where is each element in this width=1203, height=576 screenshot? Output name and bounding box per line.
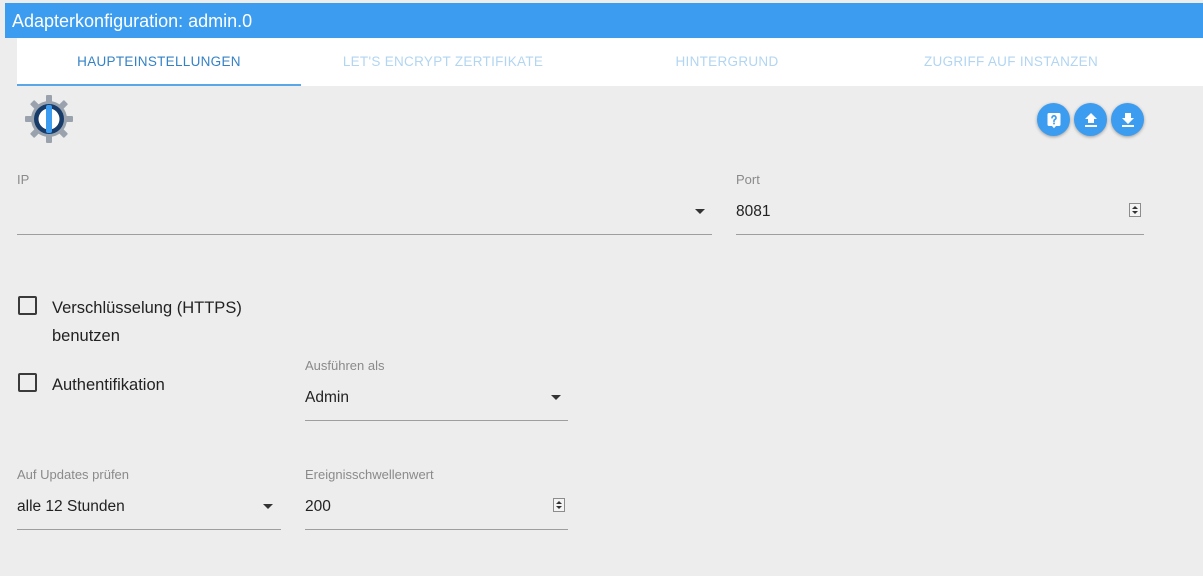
updates-dropdown-arrow-icon[interactable] [263,504,273,509]
port-input[interactable]: 8081 [736,203,770,221]
ip-select-value[interactable] [17,203,687,223]
ip-dropdown-arrow-icon[interactable] [695,209,705,214]
run-as-underline [305,420,568,421]
download-button[interactable] [1111,103,1144,136]
window-title: Adapterkonfiguration: admin.0 [5,3,1203,38]
run-as-label: Ausführen als [305,358,385,373]
port-underline [736,234,1144,235]
threshold-input[interactable]: 200 [305,498,331,516]
https-label: Verschlüsselung (HTTPS) benutzen [52,294,242,350]
run-as-dropdown-arrow-icon[interactable] [551,395,561,400]
port-stepper[interactable] [1129,203,1141,217]
updates-underline [17,529,281,530]
help-button[interactable] [1037,103,1070,136]
upload-icon [1084,112,1097,127]
threshold-underline [305,529,568,530]
tab-zugriff-auf-instanzen[interactable]: ZUGRIFF AUF INSTANZEN [869,38,1153,86]
tab-hintergrund[interactable]: HINTERGRUND [585,38,869,86]
auth-checkbox[interactable] [18,373,37,392]
tab-haupteinstellungen[interactable]: HAUPTEINSTELLUNGEN [17,38,301,86]
iobroker-logo [25,95,73,143]
tab-lets-encrypt[interactable]: LET'S ENCRYPT ZERTIFIKATE [301,38,585,86]
active-tab-indicator [17,84,301,86]
updates-label: Auf Updates prüfen [17,467,130,482]
tab-bar: HAUPTEINSTELLUNGEN LET'S ENCRYPT ZERTIFI… [17,38,1203,86]
threshold-label: Ereignisschwellenwert [305,467,434,482]
auth-label: Authentifikation [52,376,165,394]
https-checkbox[interactable] [18,296,37,315]
ip-underline [17,234,712,235]
upload-button[interactable] [1074,103,1107,136]
ip-label: IP [17,172,30,187]
https-label-line2: benutzen [52,327,120,345]
https-label-line1: Verschlüsselung (HTTPS) [52,299,242,317]
run-as-select-value[interactable]: Admin [305,389,349,407]
port-label: Port [736,172,760,187]
help-icon [1047,112,1060,128]
threshold-stepper[interactable] [553,498,565,512]
download-icon [1121,112,1134,127]
updates-select-value[interactable]: alle 12 Stunden [17,498,125,516]
